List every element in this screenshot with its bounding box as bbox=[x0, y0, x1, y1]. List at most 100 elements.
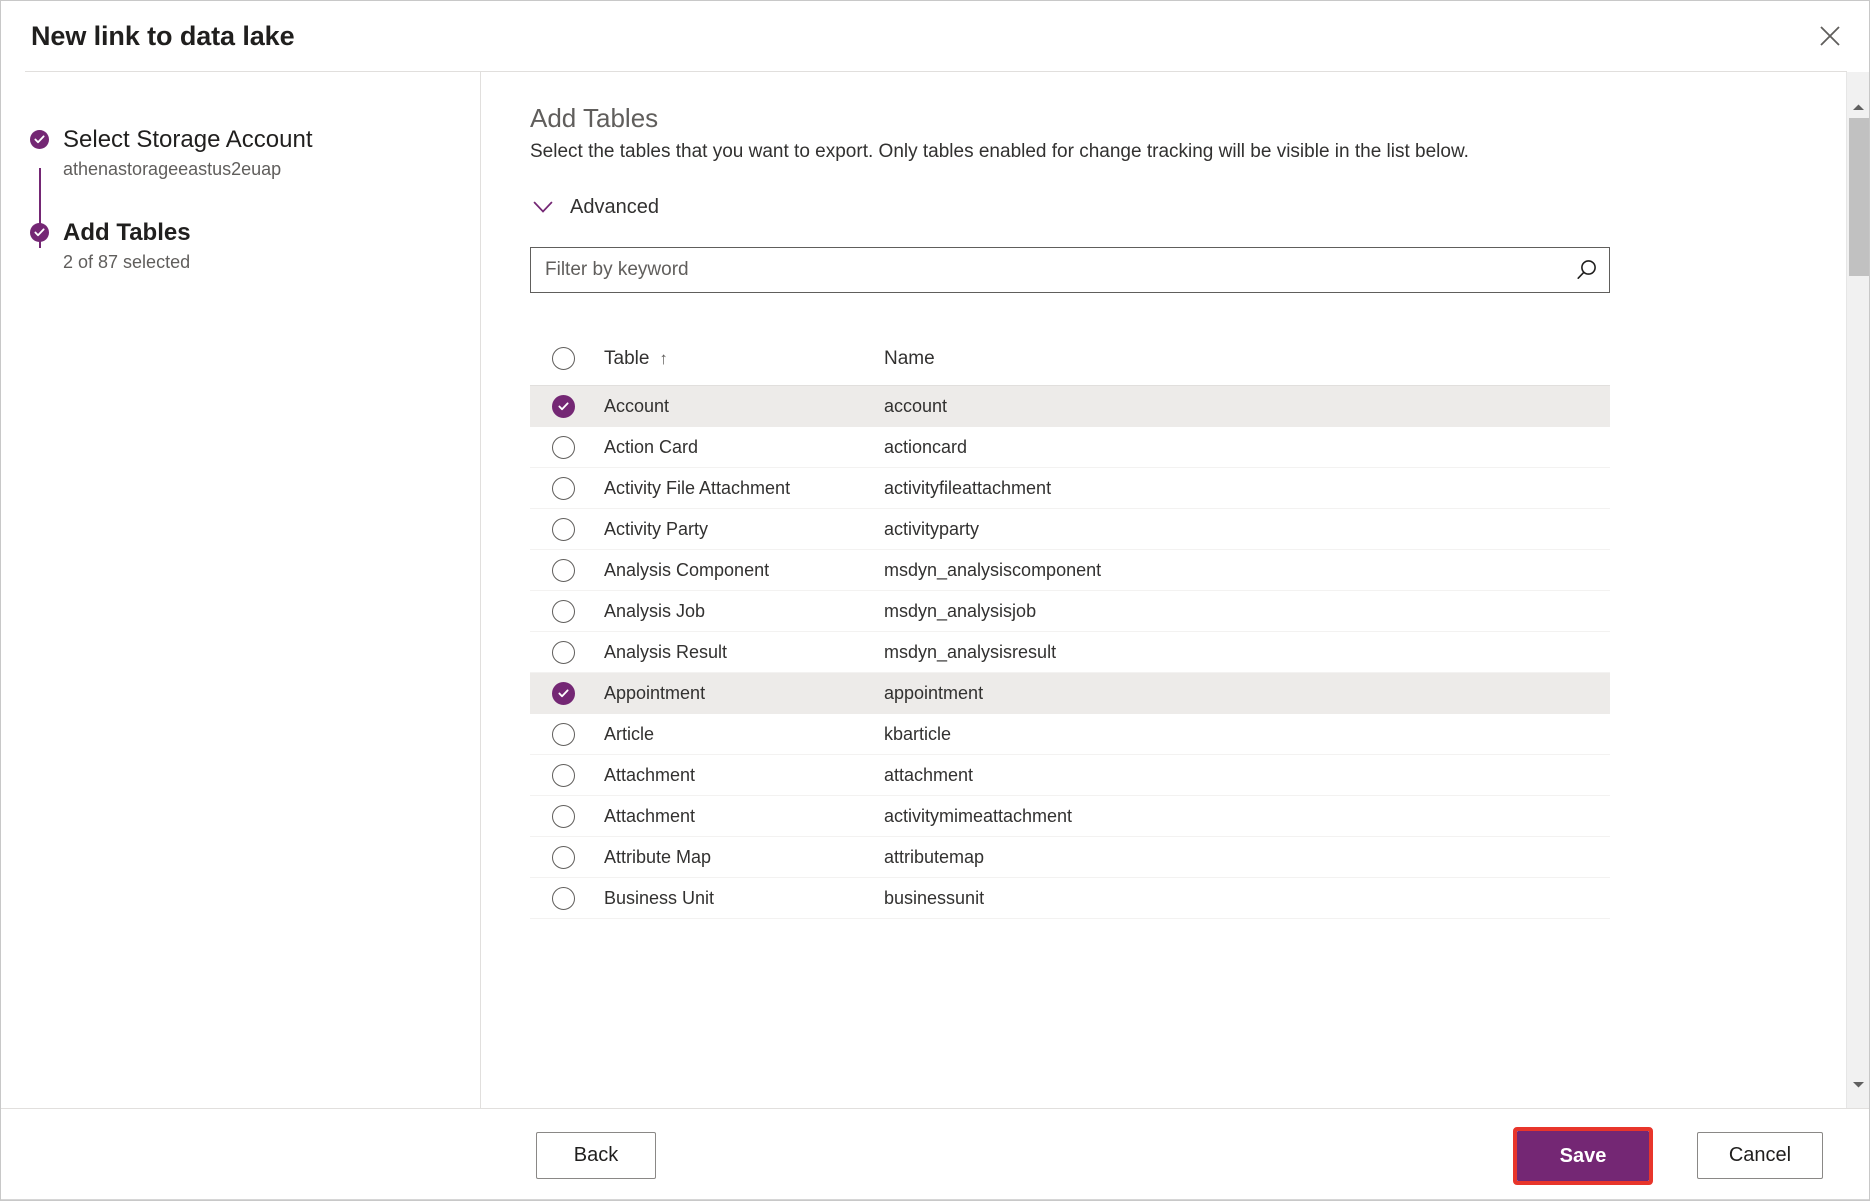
row-checkbox[interactable] bbox=[552, 477, 575, 500]
row-checkbox-cell[interactable] bbox=[530, 887, 604, 910]
row-checkbox[interactable] bbox=[552, 846, 575, 869]
column-header-name[interactable]: Name bbox=[884, 348, 1610, 370]
row-checkbox-cell[interactable] bbox=[530, 559, 604, 582]
save-button-highlight: Save bbox=[1513, 1127, 1653, 1185]
row-name-label: account bbox=[884, 396, 1610, 417]
cancel-button[interactable]: Cancel bbox=[1697, 1132, 1823, 1179]
wizard-step-label: Add Tables bbox=[63, 220, 191, 246]
check-glyph bbox=[558, 688, 569, 699]
row-checkbox-cell[interactable] bbox=[530, 682, 604, 705]
step-completed-check-icon bbox=[30, 223, 49, 242]
row-table-label: Attachment bbox=[604, 806, 884, 827]
row-checkbox[interactable] bbox=[552, 559, 575, 582]
advanced-toggle[interactable]: Advanced bbox=[530, 196, 659, 219]
row-table-label: Analysis Result bbox=[604, 642, 884, 663]
select-all-checkbox[interactable] bbox=[552, 347, 575, 370]
section-title: Add Tables bbox=[530, 103, 658, 134]
row-checkbox-cell[interactable] bbox=[530, 477, 604, 500]
row-checkbox[interactable] bbox=[552, 682, 575, 705]
table-header-row: Table ↑ Name bbox=[530, 332, 1610, 386]
row-checkbox-cell[interactable] bbox=[530, 395, 604, 418]
back-button[interactable]: Back bbox=[536, 1132, 656, 1179]
step-completed-check-icon bbox=[30, 130, 49, 149]
row-name-label: activitymimeattachment bbox=[884, 806, 1610, 827]
wizard-step-label: Select Storage Account bbox=[63, 127, 313, 153]
row-table-label: Appointment bbox=[604, 683, 884, 704]
scroll-down-glyph bbox=[1852, 1080, 1865, 1089]
list-scrollbar[interactable] bbox=[1846, 72, 1869, 1109]
search-input[interactable] bbox=[531, 248, 1565, 292]
new-link-to-data-lake-dialog: New link to data lake Select Storage Acc… bbox=[0, 0, 1870, 1201]
row-checkbox[interactable] bbox=[552, 518, 575, 541]
row-checkbox[interactable] bbox=[552, 395, 575, 418]
row-checkbox-cell[interactable] bbox=[530, 436, 604, 459]
scroll-down-arrow-icon[interactable] bbox=[1847, 1073, 1869, 1095]
wizard-step-add-tables[interactable]: Add Tables 2 of 87 selected bbox=[30, 220, 191, 273]
row-checkbox[interactable] bbox=[552, 887, 575, 910]
row-checkbox[interactable] bbox=[552, 436, 575, 459]
close-glyph bbox=[1819, 25, 1841, 47]
table-row[interactable]: Analysis Resultmsdyn_analysisresult bbox=[530, 632, 1610, 673]
wizard-step-select-storage-account[interactable]: Select Storage Account athenastorageeast… bbox=[30, 127, 313, 180]
table-row[interactable]: Action Cardactioncard bbox=[530, 427, 1610, 468]
row-checkbox[interactable] bbox=[552, 805, 575, 828]
row-name-label: attributemap bbox=[884, 847, 1610, 868]
table-rows-container: AccountaccountAction CardactioncardActiv… bbox=[530, 386, 1610, 919]
sort-ascending-icon: ↑ bbox=[659, 349, 668, 369]
row-checkbox[interactable] bbox=[552, 641, 575, 664]
table-row[interactable]: Attribute Mapattributemap bbox=[530, 837, 1610, 878]
page-title: New link to data lake bbox=[31, 21, 294, 52]
main-content-panel: Add Tables Select the tables that you wa… bbox=[482, 72, 1869, 1109]
row-table-label: Analysis Component bbox=[604, 560, 884, 581]
search-icon[interactable] bbox=[1565, 248, 1609, 292]
row-name-label: activityparty bbox=[884, 519, 1610, 540]
table-row[interactable]: Activity Partyactivityparty bbox=[530, 509, 1610, 550]
row-table-label: Article bbox=[604, 724, 884, 745]
scrollbar-thumb[interactable] bbox=[1849, 118, 1869, 276]
row-table-label: Action Card bbox=[604, 437, 884, 458]
row-name-label: msdyn_analysiscomponent bbox=[884, 560, 1610, 581]
table-row[interactable]: Attachmentattachment bbox=[530, 755, 1610, 796]
table-row[interactable]: Articlekbarticle bbox=[530, 714, 1610, 755]
row-checkbox-cell[interactable] bbox=[530, 846, 604, 869]
column-header-table-label: Table bbox=[604, 348, 649, 370]
row-checkbox-cell[interactable] bbox=[530, 723, 604, 746]
row-name-label: activityfileattachment bbox=[884, 478, 1610, 499]
table-row[interactable]: Activity File Attachmentactivityfileatta… bbox=[530, 468, 1610, 509]
row-name-label: actioncard bbox=[884, 437, 1610, 458]
select-all-checkbox-cell[interactable] bbox=[530, 347, 604, 370]
table-row[interactable]: Analysis Componentmsdyn_analysiscomponen… bbox=[530, 550, 1610, 591]
table-row[interactable]: Appointmentappointment bbox=[530, 673, 1610, 714]
wizard-step-sublabel: 2 of 87 selected bbox=[63, 252, 191, 273]
filter-field[interactable] bbox=[530, 247, 1610, 293]
scroll-up-arrow-icon[interactable] bbox=[1847, 96, 1869, 118]
footer-bottom-divider bbox=[1, 1199, 1869, 1200]
row-name-label: businessunit bbox=[884, 888, 1610, 909]
row-checkbox[interactable] bbox=[552, 723, 575, 746]
row-checkbox-cell[interactable] bbox=[530, 518, 604, 541]
row-table-label: Activity Party bbox=[604, 519, 884, 540]
row-table-label: Attachment bbox=[604, 765, 884, 786]
table-row[interactable]: Accountaccount bbox=[530, 386, 1610, 427]
row-checkbox[interactable] bbox=[552, 764, 575, 787]
row-checkbox[interactable] bbox=[552, 600, 575, 623]
table-row[interactable]: Business Unitbusinessunit bbox=[530, 878, 1610, 919]
column-header-table[interactable]: Table ↑ bbox=[604, 348, 884, 370]
dialog-header: New link to data lake bbox=[1, 1, 1869, 71]
row-name-label: msdyn_analysisjob bbox=[884, 601, 1610, 622]
wizard-step-sublabel: athenastorageeastus2euap bbox=[63, 159, 313, 180]
magnifier-glyph bbox=[1574, 257, 1600, 283]
row-checkbox-cell[interactable] bbox=[530, 641, 604, 664]
check-glyph bbox=[34, 227, 45, 238]
row-name-label: kbarticle bbox=[884, 724, 1610, 745]
row-checkbox-cell[interactable] bbox=[530, 805, 604, 828]
row-name-label: appointment bbox=[884, 683, 1610, 704]
row-checkbox-cell[interactable] bbox=[530, 600, 604, 623]
close-icon[interactable] bbox=[1807, 15, 1853, 57]
table-row[interactable]: Analysis Jobmsdyn_analysisjob bbox=[530, 591, 1610, 632]
column-header-name-label: Name bbox=[884, 348, 935, 369]
table-row[interactable]: Attachmentactivitymimeattachment bbox=[530, 796, 1610, 837]
scroll-up-glyph bbox=[1852, 103, 1865, 112]
save-button[interactable]: Save bbox=[1517, 1131, 1649, 1181]
row-checkbox-cell[interactable] bbox=[530, 764, 604, 787]
